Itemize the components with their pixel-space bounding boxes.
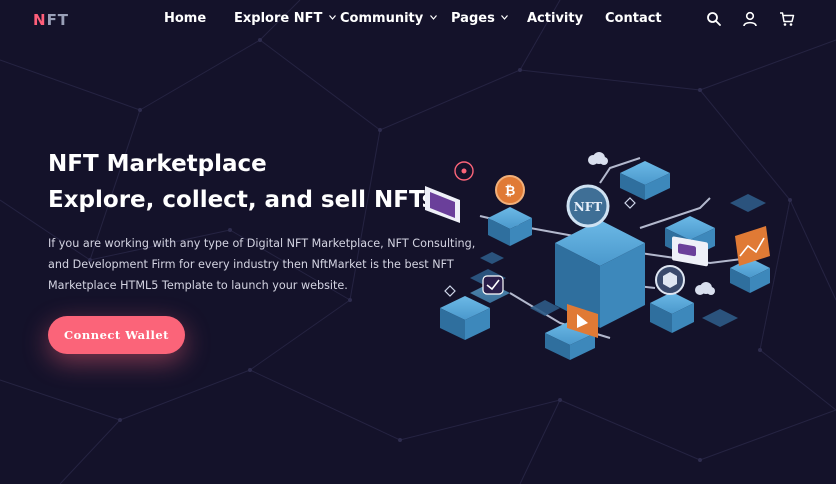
logo-text: FT (46, 11, 70, 29)
cube-right-card (665, 216, 715, 267)
chevron-down-icon (501, 15, 509, 20)
nft-isometric-illustration: NFT ₿ (425, 152, 770, 360)
nav-label: Activity (527, 11, 584, 26)
nav-item-contact[interactable]: Contact (605, 11, 662, 26)
medallion-label: NFT (574, 200, 602, 214)
cart-icon[interactable] (779, 11, 795, 27)
logo-accent-letter: N (33, 11, 47, 29)
search-icon[interactable] (706, 11, 722, 27)
site-logo[interactable]: NFT (33, 11, 69, 29)
cube-coin (650, 265, 694, 333)
nav-label: Contact (605, 11, 662, 26)
connect-wallet-button[interactable]: Connect Wallet (48, 316, 185, 354)
cube-bitcoin: ₿ (488, 175, 532, 246)
chevron-down-icon (429, 15, 437, 20)
nav-item-explore-nft[interactable]: Explore NFT (234, 11, 336, 26)
nft-medallion: NFT (566, 184, 610, 228)
nav-label: Community (340, 11, 424, 26)
nav-item-home[interactable]: Home (164, 11, 206, 26)
nav-item-activity[interactable]: Activity (527, 11, 583, 26)
nav-label: Pages (451, 11, 495, 26)
chevron-down-icon (328, 15, 336, 20)
cube-left (440, 296, 490, 340)
user-icon[interactable] (742, 11, 758, 27)
image-card (425, 186, 460, 223)
navbar: NFT Home Explore NFT Community Pages Act… (0, 0, 836, 40)
nav-item-pages[interactable]: Pages (451, 11, 509, 26)
nav-label: Home (164, 11, 207, 26)
nav-label: Explore NFT (234, 11, 323, 26)
cube-top-right (620, 161, 670, 200)
cube-play (545, 304, 598, 360)
nav-item-community[interactable]: Community (340, 11, 437, 26)
svg-text:₿: ₿ (505, 184, 516, 199)
